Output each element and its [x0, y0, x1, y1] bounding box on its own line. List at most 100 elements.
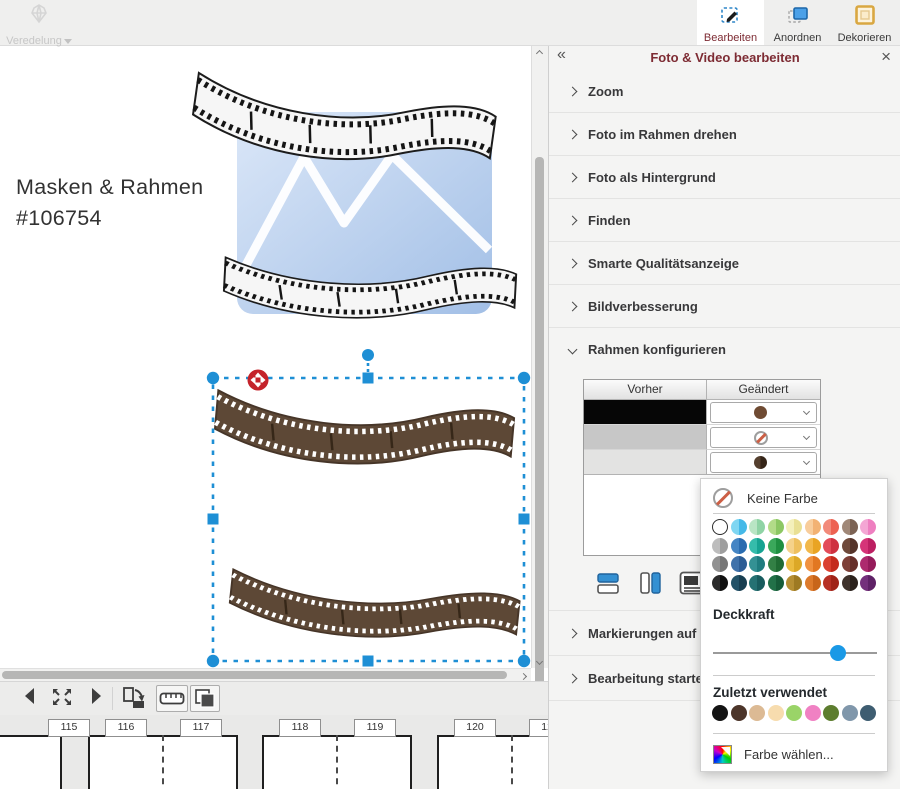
palette-color-swatch[interactable]: [731, 519, 747, 535]
palette-color-swatch[interactable]: [749, 538, 765, 554]
tab-bearbeiten[interactable]: Bearbeiten: [697, 0, 764, 45]
slider-handle[interactable]: [830, 645, 846, 661]
resize-handle-s[interactable]: [363, 656, 374, 667]
resize-handle-n[interactable]: [363, 373, 374, 384]
resize-handle-sw[interactable]: [207, 655, 219, 667]
palette-color-swatch[interactable]: [805, 556, 821, 572]
resize-handle-nw[interactable]: [207, 372, 219, 384]
palette-color-swatch[interactable]: [749, 556, 765, 572]
flip-vertical-button[interactable]: [593, 568, 623, 598]
horizontal-scroll-thumb[interactable]: [2, 671, 507, 679]
scroll-right-icon[interactable]: [521, 672, 529, 680]
section-foto-als-hintergrund[interactable]: Foto als Hintergrund: [549, 156, 900, 199]
palette-color-swatch[interactable]: [731, 538, 747, 554]
palette-color-swatch[interactable]: [768, 519, 784, 535]
next-page-button[interactable]: [82, 685, 110, 712]
palette-color-swatch[interactable]: [823, 575, 839, 591]
palette-color-swatch[interactable]: [842, 556, 858, 572]
color-dropdown[interactable]: [710, 427, 817, 448]
recent-color-swatch[interactable]: [823, 705, 839, 721]
palette-color-swatch[interactable]: [805, 575, 821, 591]
resize-handle-e[interactable]: [519, 514, 530, 525]
palette-color-swatch[interactable]: [860, 556, 876, 572]
vertical-scroll-thumb[interactable]: [535, 157, 544, 685]
color-dropdown[interactable]: [710, 402, 817, 423]
palette-color-swatch[interactable]: [860, 575, 876, 591]
recent-color-swatch[interactable]: [805, 705, 821, 721]
page-canvas[interactable]: Masken & Rahmen #106754: [0, 45, 531, 668]
palette-color-swatch[interactable]: [731, 556, 747, 572]
slider-track[interactable]: [713, 652, 877, 654]
canvas-horizontal-scrollbar[interactable]: [0, 668, 531, 682]
recent-color-swatch[interactable]: [860, 705, 876, 721]
palette-color-swatch[interactable]: [860, 519, 876, 535]
section-smarte-qualitaetsanzeige[interactable]: Smarte Qualitätsanzeige: [549, 242, 900, 285]
panel-close-icon[interactable]: ×: [881, 47, 891, 67]
recent-color-swatch[interactable]: [768, 705, 784, 721]
flip-horizontal-button[interactable]: [635, 568, 665, 598]
previous-page-button[interactable]: [16, 685, 44, 712]
palette-color-swatch[interactable]: [768, 556, 784, 572]
rotate-page-button[interactable]: [118, 685, 150, 712]
choose-color-option[interactable]: Farbe wählen...: [713, 743, 875, 765]
palette-color-swatch[interactable]: [786, 519, 802, 535]
palette-color-swatch[interactable]: [842, 519, 858, 535]
scroll-down-icon[interactable]: [537, 657, 545, 665]
palette-color-swatch[interactable]: [823, 556, 839, 572]
section-bildverbesserung[interactable]: Bildverbesserung: [549, 285, 900, 328]
palette-color-swatch[interactable]: [786, 556, 802, 572]
palette-color-swatch[interactable]: [712, 538, 728, 554]
palette-color-swatch[interactable]: [805, 538, 821, 554]
resize-handle-se[interactable]: [518, 655, 530, 667]
page-number-label[interactable]: 120: [454, 719, 496, 737]
recent-color-swatch[interactable]: [712, 705, 728, 721]
page-number-label[interactable]: 118: [279, 719, 321, 737]
palette-color-swatch[interactable]: [842, 575, 858, 591]
section-rahmen-konfigurieren[interactable]: Rahmen konfigurieren: [549, 328, 900, 371]
page-number-label[interactable]: 116: [105, 719, 147, 737]
tab-anordnen[interactable]: Anordnen: [764, 0, 831, 45]
page-number-label[interactable]: 119: [354, 719, 396, 737]
page-number-label[interactable]: 115: [48, 719, 90, 737]
recent-color-swatch[interactable]: [842, 705, 858, 721]
palette-color-swatch[interactable]: [842, 538, 858, 554]
palette-color-swatch[interactable]: [786, 575, 802, 591]
rotate-handle[interactable]: [362, 349, 374, 361]
section-finden[interactable]: Finden: [549, 199, 900, 242]
tab-dekorieren[interactable]: Dekorieren: [831, 0, 898, 45]
palette-color-swatch[interactable]: [860, 538, 876, 554]
palette-color-swatch[interactable]: [805, 519, 821, 535]
palette-color-swatch[interactable]: [823, 519, 839, 535]
veredelung-button[interactable]: Veredelung: [6, 2, 72, 43]
resize-handle-w[interactable]: [208, 514, 219, 525]
resize-handle-ne[interactable]: [518, 372, 530, 384]
no-color-option[interactable]: Keine Farbe: [713, 487, 875, 509]
ruler-toggle-button[interactable]: [156, 685, 188, 712]
layers-toggle-button[interactable]: [190, 685, 220, 712]
section-zoom[interactable]: Zoom: [549, 70, 900, 113]
palette-color-swatch[interactable]: [712, 575, 728, 591]
selected-frame-object[interactable]: [213, 387, 520, 653]
palette-color-swatch[interactable]: [749, 575, 765, 591]
palette-color-swatch[interactable]: [823, 538, 839, 554]
page-number-label[interactable]: 117: [180, 719, 222, 737]
canvas-vertical-scrollbar[interactable]: [531, 45, 549, 668]
section-foto-im-rahmen-drehen[interactable]: Foto im Rahmen drehen: [549, 113, 900, 156]
palette-color-swatch[interactable]: [749, 519, 765, 535]
page-spread-thumbnail[interactable]: [0, 735, 62, 789]
color-dropdown[interactable]: [710, 452, 817, 473]
recent-color-swatch[interactable]: [731, 705, 747, 721]
scroll-up-icon[interactable]: [537, 49, 545, 57]
palette-color-swatch[interactable]: [731, 575, 747, 591]
palette-color-swatch[interactable]: [768, 538, 784, 554]
palette-color-swatch[interactable]: [768, 575, 784, 591]
recent-color-swatch[interactable]: [749, 705, 765, 721]
move-handle[interactable]: [248, 370, 269, 391]
fit-view-button[interactable]: [48, 685, 76, 712]
palette-color-swatch[interactable]: [712, 556, 728, 572]
palette-color-swatch[interactable]: [712, 519, 728, 535]
mask-preview-graphic[interactable]: [190, 69, 517, 326]
palette-color-swatch[interactable]: [786, 538, 802, 554]
recent-color-swatch[interactable]: [786, 705, 802, 721]
opacity-slider[interactable]: [713, 645, 877, 661]
